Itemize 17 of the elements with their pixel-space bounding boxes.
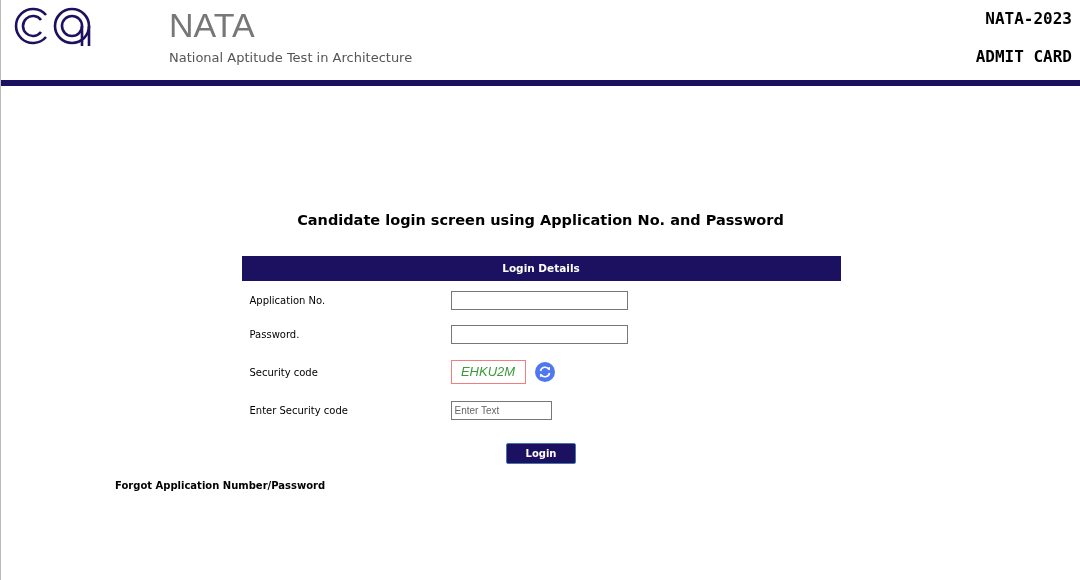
form-header: Login Details [241,256,841,281]
document-title: ADMIT CARD [975,47,1072,66]
refresh-icon[interactable] [534,362,555,382]
page-heading: Candidate login screen using Application No. and Password [297,212,784,228]
exam-title: NATA-2023 [984,9,1072,28]
captcha-image: EHKU2M [450,360,526,384]
forgot-link[interactable]: Forgot Application Number/Password [115,480,326,491]
field-label: Security code [248,366,319,378]
input-field[interactable] [450,324,628,344]
field-label: Application No. [248,294,327,306]
input-field[interactable] [450,290,628,310]
field-label: Enter Security code [248,404,349,416]
login-button[interactable]: Login [506,443,576,464]
input-field[interactable]: Enter Text [450,400,552,420]
site-subtitle: National Aptitude Test in Architecture [169,50,413,65]
field-label: Password. [248,328,301,340]
site-title: NATA [169,5,256,45]
